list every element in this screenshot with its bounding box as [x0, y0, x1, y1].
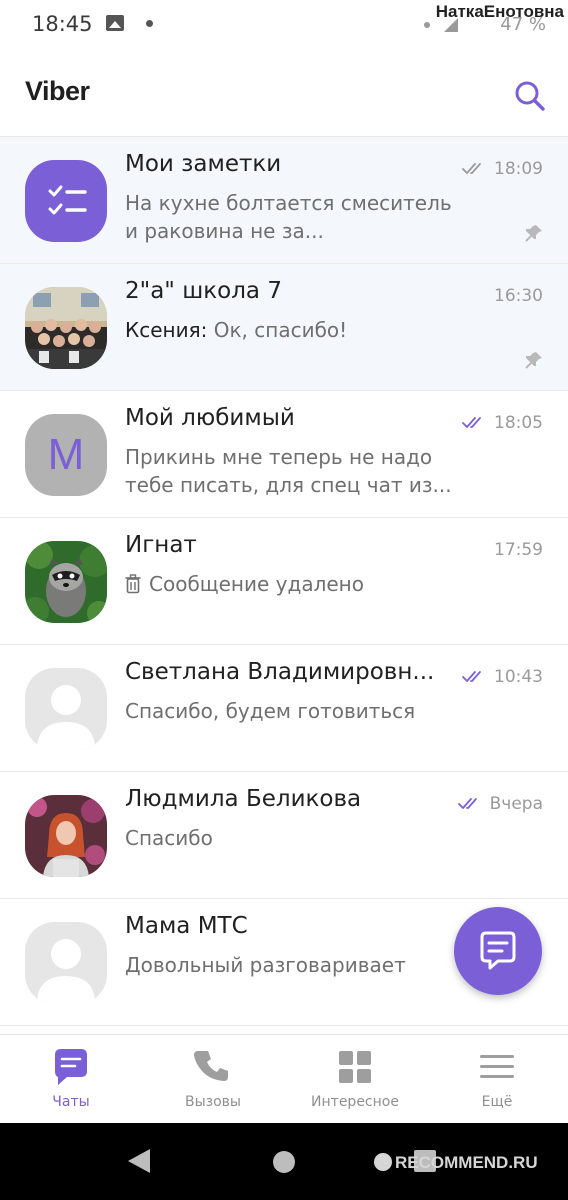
chat-meta: 10:43 [462, 667, 543, 687]
chat-preview: Спасибо, будем готовиться [125, 697, 457, 725]
chat-list: Мои заметки На кухне болтается смеситель… [0, 137, 568, 1026]
pin-icon [525, 225, 542, 242]
watermark-text: RECOMMEND.RU [395, 1153, 538, 1172]
avatar [25, 795, 107, 877]
message-text: Ок, спасибо! [213, 318, 348, 342]
tab-label: Ещё [481, 1094, 513, 1110]
chat-meta: 17:59 [494, 540, 543, 560]
tab-chats[interactable]: Чаты [0, 1035, 142, 1123]
compose-message-icon [480, 931, 516, 970]
app-header: Viber [0, 52, 568, 137]
pin-icon [525, 352, 542, 369]
message-text: Прикинь мне теперь не надо тебе писать, … [125, 445, 452, 497]
chat-preview: На кухне болтается смеситель и раковина … [125, 189, 457, 245]
tab-explore[interactable]: Интересное [284, 1035, 426, 1123]
explore-grid-icon [339, 1051, 371, 1083]
status-bar: 18:45 47 % НаткаЕнотовна [0, 0, 568, 52]
tab-label: Чаты [52, 1094, 90, 1110]
girl-photo-image [25, 795, 107, 877]
avatar [25, 668, 107, 750]
message-sender: Ксения: [125, 318, 214, 342]
chat-row[interactable]: Игнат Сообщение удалено 17:59 [0, 518, 568, 645]
raccoon-photo-image [25, 541, 107, 623]
chat-preview: Прикинь мне теперь не надо тебе писать, … [125, 443, 457, 499]
avatar: M [25, 414, 107, 496]
message-text: Довольный разговаривает [125, 953, 406, 977]
avatar [25, 287, 107, 369]
chat-meta: 16:30 [494, 286, 543, 306]
default-avatar-icon [37, 685, 95, 750]
chat-row[interactable]: 2"а" школа 7 Ксения: Ок, спасибо! 16:30 [0, 264, 568, 391]
chat-row[interactable]: Людмила Беликова Спасибо Вчера [0, 772, 568, 899]
status-time: 18:45 [32, 12, 93, 36]
avatar [25, 922, 107, 1004]
chat-time: Вчера [489, 794, 543, 814]
chats-icon [55, 1049, 87, 1085]
app-title: Viber [25, 76, 90, 106]
avatar [25, 541, 107, 623]
chat-row[interactable]: M Мой любимый Прикинь мне теперь не надо… [0, 391, 568, 518]
chat-time: 18:05 [494, 413, 543, 433]
tab-label: Вызовы [185, 1094, 241, 1110]
message-text: Сообщение удалено [149, 572, 364, 596]
search-icon [515, 81, 545, 111]
chat-row[interactable]: Светлана Владимировн... Спасибо, будем г… [0, 645, 568, 772]
chat-name: Мама МТС [125, 913, 248, 939]
read-checkmarks-icon [462, 163, 481, 174]
chat-row[interactable]: Мои заметки На кухне болтается смеситель… [0, 137, 568, 264]
chat-time: 18:09 [494, 159, 543, 179]
chat-preview: Сообщение удалено [125, 570, 457, 598]
tab-calls[interactable]: Вызовы [142, 1035, 284, 1123]
read-checkmarks-icon [462, 671, 481, 682]
tab-label: Интересное [311, 1094, 399, 1110]
message-text: На кухне болтается смеситель и раковина … [125, 191, 452, 243]
tab-more[interactable]: Ещё [426, 1035, 568, 1123]
home-icon[interactable] [273, 1151, 295, 1173]
recommend-logo-icon [374, 1153, 392, 1171]
image-notification-icon [106, 15, 124, 31]
new-chat-button[interactable] [454, 907, 542, 995]
chat-name: Людмила Беликова [125, 786, 362, 812]
chat-name: Мой любимый [125, 405, 295, 431]
chat-meta: 18:09 [462, 159, 543, 179]
back-icon[interactable] [128, 1149, 150, 1173]
watermark-username: НаткаЕнотовна [435, 2, 564, 21]
chat-name: Светлана Владимировн... [125, 659, 435, 685]
watermark-site: RECOMMEND.RU [374, 1153, 538, 1173]
avatar [25, 160, 107, 242]
phone-icon [194, 1051, 228, 1081]
notes-icon [48, 185, 87, 215]
notification-dot-icon [146, 20, 153, 27]
wifi-icon [424, 22, 430, 28]
read-checkmarks-icon [457, 798, 477, 809]
message-text: Спасибо [125, 826, 213, 850]
bottom-nav: Чаты Вызовы Интересное Ещё [0, 1034, 568, 1123]
read-checkmarks-icon [462, 417, 481, 428]
chat-time: 16:30 [494, 286, 543, 306]
chat-name: 2"а" школа 7 [125, 278, 282, 304]
default-avatar-icon [37, 939, 95, 1004]
search-button[interactable] [510, 76, 550, 116]
chat-preview: Спасибо [125, 824, 457, 852]
chat-preview: Довольный разговаривает [125, 951, 457, 979]
chat-meta: Вчера [457, 794, 543, 814]
menu-icon [480, 1055, 514, 1078]
avatar-letter: M [47, 430, 85, 479]
system-nav-bar: RECOMMEND.RU [0, 1123, 568, 1200]
chat-time: 17:59 [494, 540, 543, 560]
message-text: Спасибо, будем готовиться [125, 699, 416, 723]
chat-meta: 18:05 [462, 413, 543, 433]
chat-name: Игнат [125, 532, 197, 558]
chat-name: Мои заметки [125, 151, 282, 177]
trash-icon [125, 574, 141, 594]
group-photo-image [25, 287, 107, 369]
chat-preview: Ксения: Ок, спасибо! [125, 316, 457, 344]
chat-time: 10:43 [494, 667, 543, 687]
